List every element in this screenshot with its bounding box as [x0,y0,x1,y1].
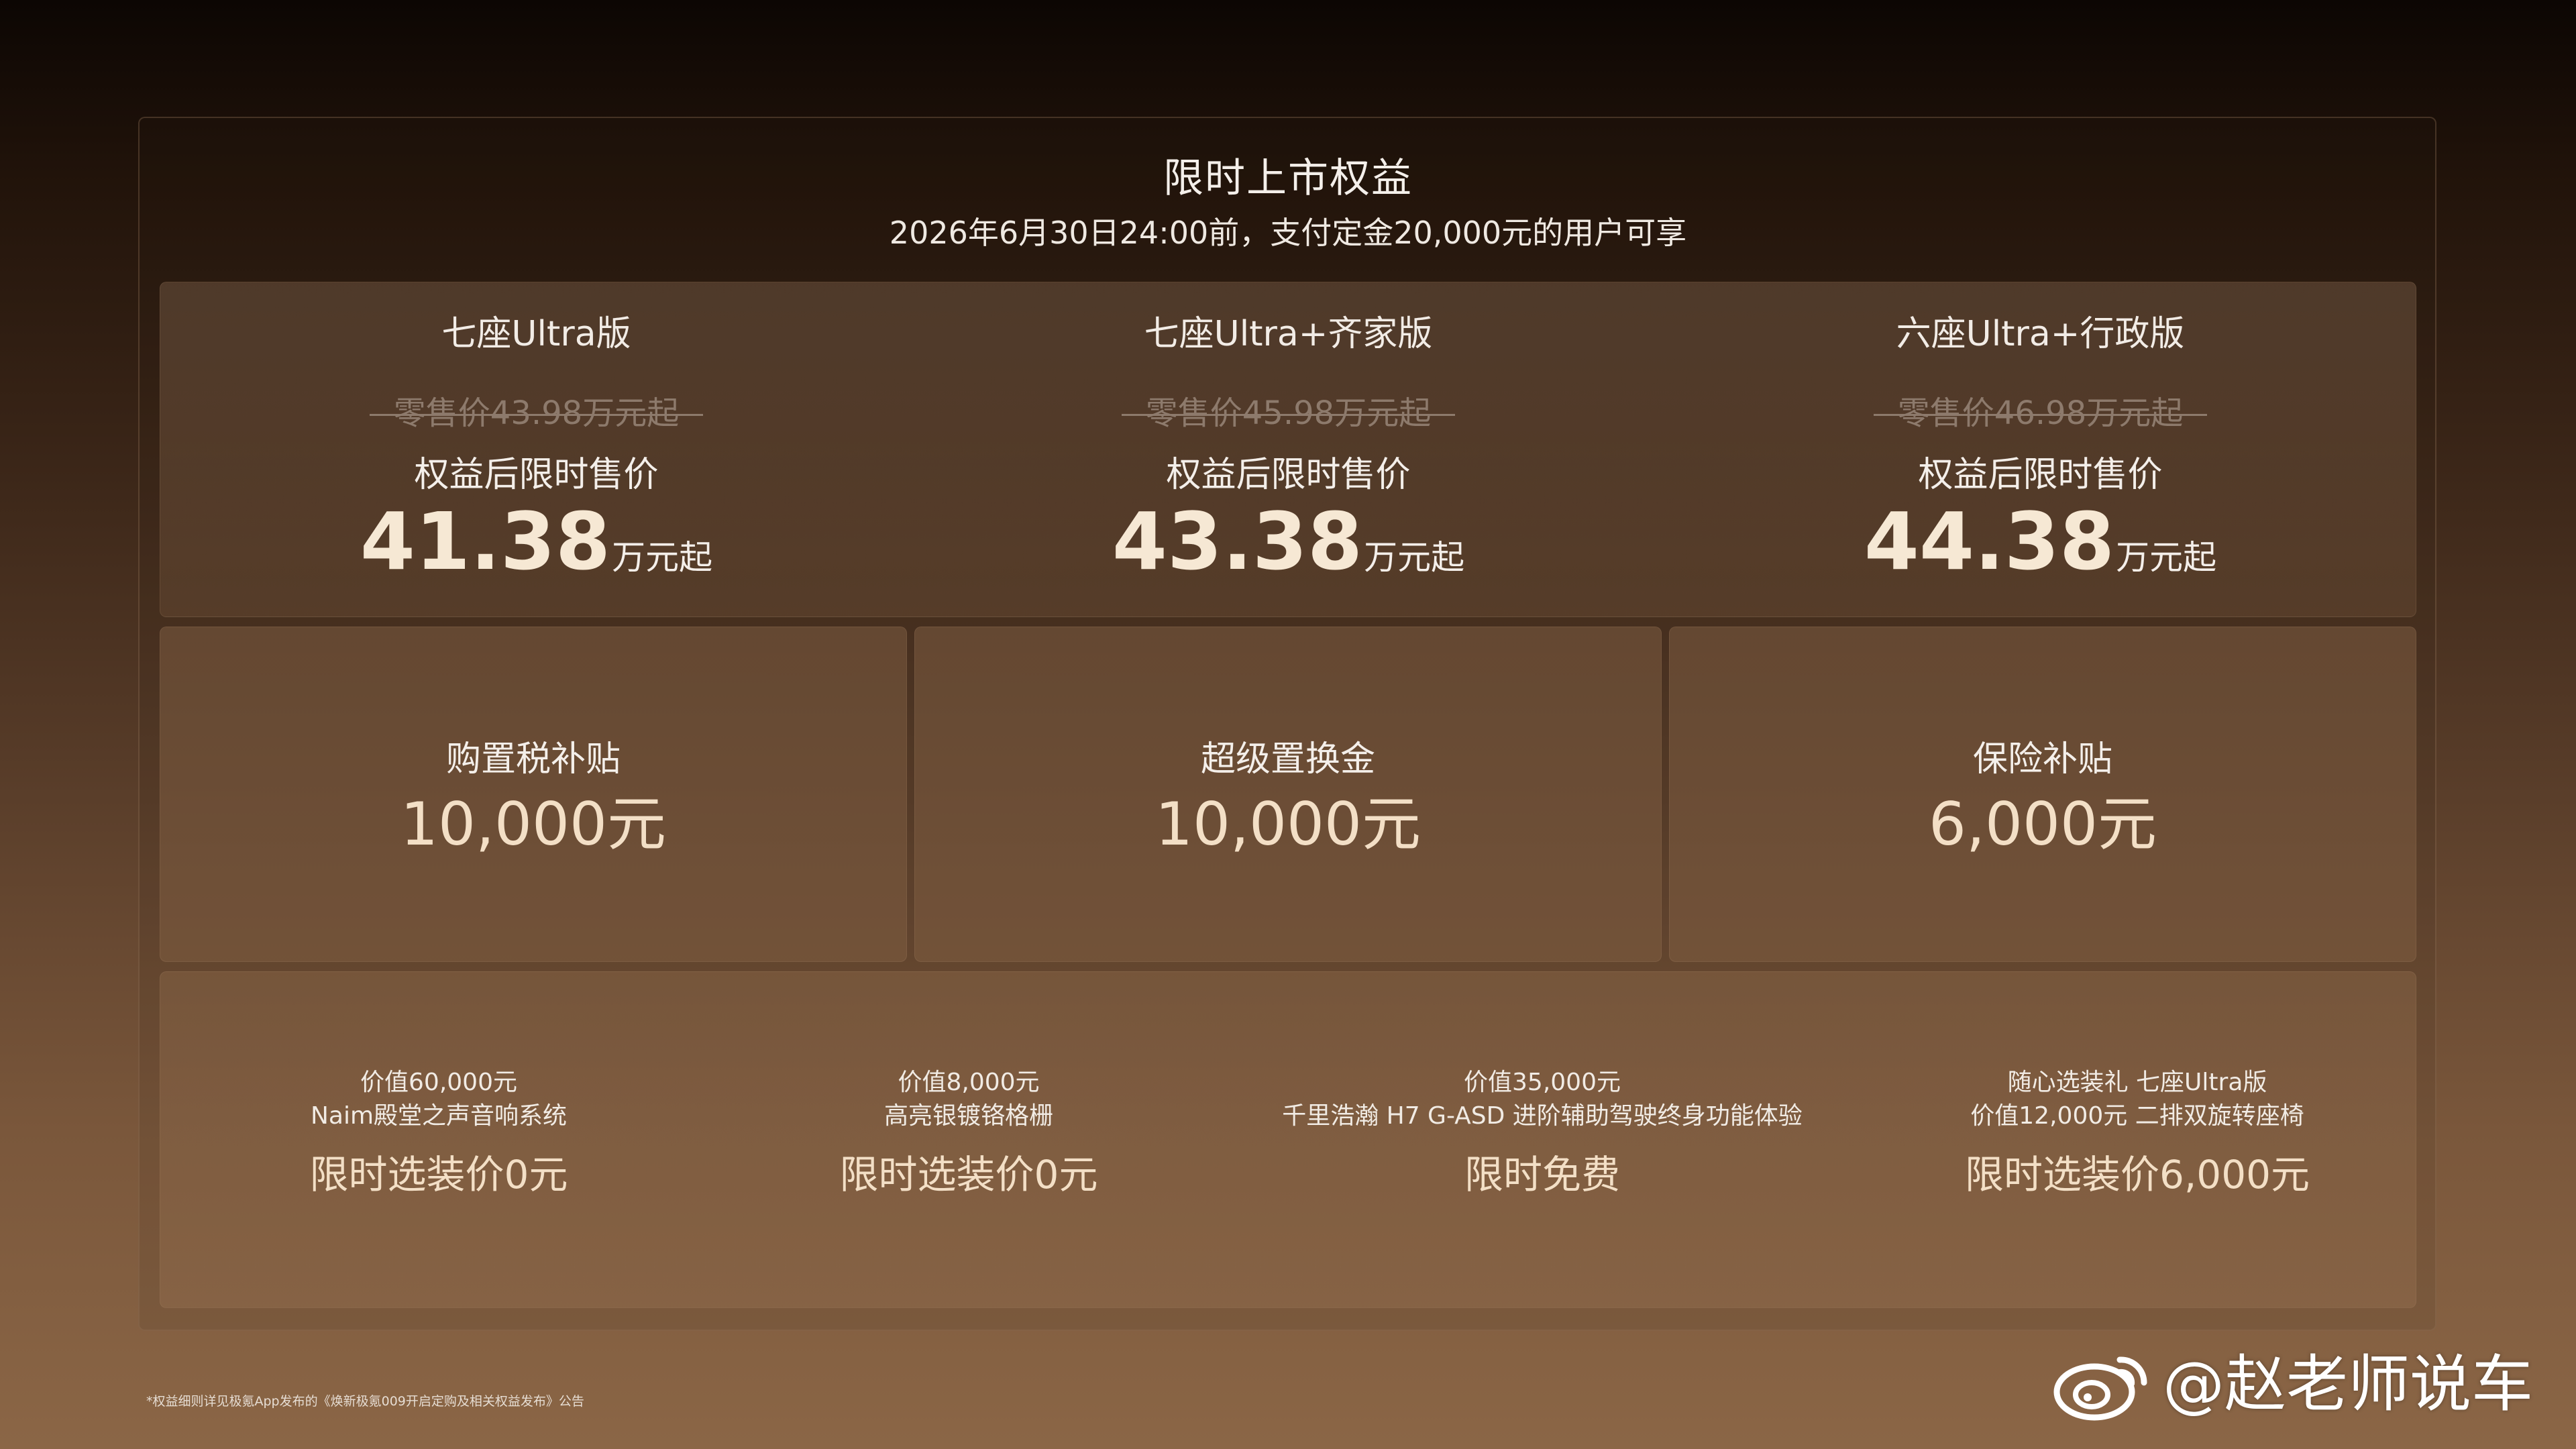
limited-price: 41.38万元起 [160,494,912,612]
price-unit: 万元起 [612,538,713,577]
limited-price: 44.38万元起 [1664,494,2416,612]
option-value: 价值60,000元 [360,1069,517,1096]
option-price: 限时选装价0元 [839,1152,1098,1197]
price-number: 44.38 [1864,495,2115,588]
subsidy-value: 10,000元 [1155,790,1421,859]
model-card-seven-ultra: 七座Ultra版 零售价43.98万元起 权益后限时售价 41.38万元起 [160,282,912,618]
subsidy-label: 购置税补贴 [445,739,621,780]
page-title: 限时上市权益 [1163,155,1413,202]
limited-price-label: 权益后限时售价 [1918,455,2163,495]
price-unit: 万元起 [2116,538,2217,577]
subsidy-value: 6,000元 [1929,790,2157,859]
model-name: 七座Ultra+齐家版 [1144,314,1433,354]
option-value: 随心选装礼 七座Ultra版 [2007,1069,2267,1096]
subsidy-value: 10,000元 [400,790,666,859]
subsidy-label: 超级置换金 [1200,739,1375,780]
option-value: 价值35,000元 [1464,1069,1621,1096]
option-price: 限时选装价0元 [309,1152,568,1197]
option-chrome-grille: 价值8,000元 高亮银镀铬格栅 限时选装价0元 [684,972,1254,1309]
subsidy-card-purchase-tax: 购置税补贴 10,000元 [160,627,907,962]
retail-price-text: 零售价46.98万元起 [1873,391,2208,435]
model-card-seven-ultra-plus: 七座Ultra+齐家版 零售价45.98万元起 权益后限时售价 43.38万元起 [912,282,1664,618]
retail-price: 零售价43.98万元起 [160,391,912,435]
model-card-six-ultra-plus: 六座Ultra+行政版 零售价46.98万元起 权益后限时售价 44.38万元起 [1664,282,2416,618]
model-price-panel: 七座Ultra版 零售价43.98万元起 权益后限时售价 41.38万元起 七座… [160,282,2416,617]
options-panel: 价值60,000元 Naim殿堂之声音响系统 限时选装价0元 价值8,000元 … [160,971,2416,1308]
watermark: @赵老师说车 [2053,1344,2533,1425]
option-name: Naim殿堂之声音响系统 [310,1102,568,1130]
option-swivel-seats: 随心选装礼 七座Ultra版 价值12,000元 二排双旋转座椅 限时选装价6,… [1858,972,2417,1309]
footnote: *权益细则详见极氪App发布的《焕新极氪009开启定购及相关权益发布》公告 [146,1394,584,1409]
option-price: 限时选装价6,000元 [1964,1152,2310,1197]
weibo-icon [2053,1356,2147,1421]
option-price: 限时免费 [1464,1152,1620,1197]
subsidy-card-insurance: 保险补贴 6,000元 [1669,627,2416,962]
price-unit: 万元起 [1364,538,1465,577]
option-name: 千里浩瀚 H7 G-ASD 进阶辅助驾驶终身功能体验 [1282,1102,1803,1130]
option-adas: 价值35,000元 千里浩瀚 H7 G-ASD 进阶辅助驾驶终身功能体验 限时免… [1207,972,1878,1309]
subsidy-card-trade-in: 超级置换金 10,000元 [914,627,1662,962]
option-naim-audio: 价值60,000元 Naim殿堂之声音响系统 限时选装价0元 [160,972,717,1309]
limited-price-label: 权益后限时售价 [1166,455,1411,495]
limited-price: 43.38万元起 [912,494,1664,612]
watermark-text: @赵老师说车 [2163,1348,2534,1420]
option-name: 价值12,000元 二排双旋转座椅 [1970,1102,2304,1130]
price-number: 43.38 [1112,495,1363,588]
page-subtitle: 2026年6月30日24:00前，支付定金20,000元的用户可享 [889,215,1687,251]
retail-price-text: 零售价43.98万元起 [369,391,704,435]
retail-price: 零售价46.98万元起 [1664,391,2416,435]
retail-price: 零售价45.98万元起 [912,391,1664,435]
option-value: 价值8,000元 [898,1069,1040,1096]
price-number: 41.38 [360,495,611,588]
option-name: 高亮银镀铬格栅 [883,1102,1053,1130]
limited-price-label: 权益后限时售价 [414,455,659,495]
model-name: 七座Ultra版 [441,314,631,354]
model-name: 六座Ultra+行政版 [1896,314,2185,354]
retail-price-text: 零售价45.98万元起 [1121,391,1456,435]
subsidy-label: 保险补贴 [1972,739,2112,780]
